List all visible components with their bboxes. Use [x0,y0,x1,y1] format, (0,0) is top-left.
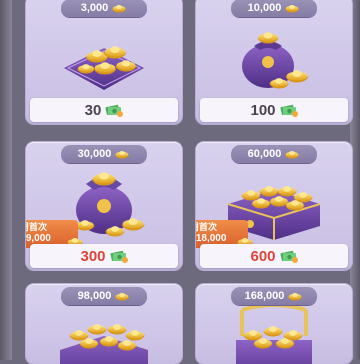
gold-ingot-icon [111,3,127,14]
gold-ingot-icon [287,291,303,302]
gold-ingot-icon [284,3,300,14]
gold-amount: 30,000 [77,148,112,160]
gold-pouch-art [242,32,309,89]
price-amount: 600 [250,247,276,265]
price-button[interactable]: 600 [200,244,348,268]
gold-amount: 168,000 [244,290,285,302]
price-amount: 30 [84,101,102,119]
gold-ingots-on-cloth-art [64,46,144,90]
gold-ingot-icon [114,149,130,160]
gold-amount-pill: 98,000 [61,287,147,305]
bonus-title: 周首次 [196,222,218,232]
gold-basket-art [236,306,312,364]
cash-stack-icon [110,249,128,263]
gold-amount: 10,000 [247,2,282,14]
price-button[interactable]: 100 [200,98,348,122]
gold-shop-grid: 3,000 30 10,000 100 30,000 首次 9,000 300 … [0,0,360,364]
bonus-title: 周首次 [26,222,48,232]
cash-stack-icon [280,103,298,117]
shop-item-card[interactable]: 168,000 [196,284,352,364]
price-amount: 300 [80,247,106,265]
gold-ingot-icon [114,291,130,302]
gold-amount-pill: 30,000 [61,145,147,163]
price-button[interactable]: 300 [30,244,178,268]
price-amount: 100 [250,101,276,119]
cash-stack-icon [105,103,123,117]
price-button[interactable]: 30 [30,98,178,122]
gold-ingot-icon [284,149,300,160]
gold-amount-pill: 60,000 [231,145,317,163]
shop-item-card[interactable]: 3,000 30 [26,0,182,124]
gold-amount-pill: 168,000 [231,287,317,305]
cash-stack-icon [280,249,298,263]
gold-crate-art [60,324,148,364]
gold-amount: 60,000 [247,148,282,160]
shop-item-card[interactable]: 10,000 100 [196,0,352,124]
shop-item-card[interactable]: 98,000 [26,284,182,364]
gold-amount: 98,000 [77,290,112,302]
shop-item-card[interactable]: 30,000 周首次 +9,000 300 [26,142,182,270]
shop-item-card[interactable]: 60,000 周首次 +18,000 600 [196,142,352,270]
gold-amount-pill: 10,000 [231,0,317,17]
gold-amount-pill: 3,000 [61,0,147,17]
gold-amount: 3,000 [80,2,109,14]
